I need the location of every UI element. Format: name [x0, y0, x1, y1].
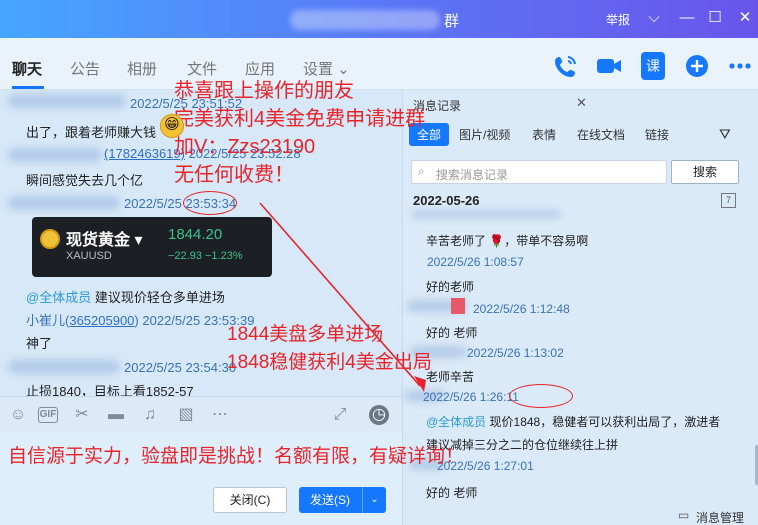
- quote-change: −22.93 −1.23%: [168, 250, 243, 262]
- blurred-row: [411, 210, 561, 218]
- close-icon[interactable]: ✕: [735, 8, 755, 28]
- gold-quote-card[interactable]: 现货黄金 ▾ XAUUSD 1844.20 −22.93 −1.23%: [32, 217, 272, 277]
- tab-album[interactable]: 相册: [127, 58, 157, 79]
- message-manage-button[interactable]: 消息管理: [696, 509, 744, 525]
- blurred-group-name: [290, 10, 440, 30]
- music-icon[interactable]: ♫: [140, 405, 160, 425]
- image-icon[interactable]: ▧: [176, 405, 196, 425]
- history-search-input[interactable]: ⌕ 搜索消息记录: [411, 160, 667, 184]
- promo-line: 恭喜跟上操作的朋友: [174, 80, 354, 102]
- close-icon[interactable]: ✕: [576, 95, 587, 111]
- calendar-icon[interactable]: 7: [721, 193, 736, 208]
- search-icon: ⌕: [418, 164, 425, 178]
- minimize-icon[interactable]: —: [677, 8, 697, 28]
- active-tab-indicator: [12, 86, 44, 89]
- group-tab-bar: 聊天 公告 相册 文件 应用 设置 ⌄ 课: [0, 38, 758, 90]
- tab-notice[interactable]: 公告: [70, 58, 100, 79]
- message-text: 出了，跟着老师赚大钱: [26, 125, 157, 140]
- message-text: 瞬间感觉失去几个亿: [26, 173, 144, 188]
- folder-icon[interactable]: ▬: [106, 405, 126, 425]
- phone-icon[interactable]: [552, 52, 580, 80]
- message-text: 建议现价轻仓多单进场: [91, 290, 225, 305]
- add-app-icon[interactable]: [683, 52, 711, 80]
- promo-line: 完美获利4美金免费申请进群: [174, 108, 426, 130]
- gold-coin-icon: [40, 229, 60, 249]
- message-text: 神了: [26, 336, 53, 351]
- history-message-text: 辛苦老师了 🌹，带单不容易啊: [426, 234, 589, 248]
- report-button[interactable]: 举报: [606, 11, 630, 28]
- history-icon[interactable]: ◷: [369, 405, 389, 425]
- trade-note: 1844美盘多单进场: [227, 324, 384, 345]
- mention-all[interactable]: @全体成员: [426, 415, 486, 429]
- mention-all[interactable]: @全体成员: [26, 290, 91, 305]
- history-message-text: 现价1848，稳健者可以获利出局了，激进者: [486, 415, 721, 429]
- message-text: 止损1840，目标上看1852-57: [26, 384, 194, 396]
- chevron-down-icon[interactable]: ⌵: [644, 8, 664, 28]
- send-button-label: 发送(S): [310, 493, 350, 507]
- title-bar: 群 举报 ⌵ — ☐ ✕: [0, 0, 758, 38]
- sender-id-link[interactable]: (1782463619): [104, 146, 185, 161]
- blurred-sender: [8, 196, 120, 210]
- filter-links[interactable]: 链接: [645, 126, 669, 143]
- gif-icon[interactable]: GIF: [38, 407, 58, 423]
- maximize-icon[interactable]: ☐: [705, 8, 725, 28]
- history-message-text: 好的 老师: [426, 326, 478, 340]
- quote-name: 现货黄金 ▾: [66, 232, 143, 249]
- quote-price: 1844.20: [168, 226, 223, 243]
- filter-docs[interactable]: 在线文档: [577, 126, 625, 143]
- blurred-sender: [8, 94, 126, 108]
- history-message-text: 好的老师: [426, 280, 475, 294]
- blurred-sender: [8, 360, 120, 374]
- send-options-chevron-icon[interactable]: ⌄: [362, 487, 386, 513]
- quote-code: XAUUSD: [66, 250, 112, 262]
- history-message-text: 老师辛苦: [426, 370, 475, 384]
- close-button[interactable]: 关闭(C): [213, 487, 287, 513]
- video-icon[interactable]: [595, 52, 623, 80]
- filter-media[interactable]: 图片/视频: [459, 126, 510, 143]
- tab-chat[interactable]: 聊天: [12, 58, 42, 79]
- history-date: 2022-05-26: [413, 193, 480, 208]
- emoji-icon[interactable]: ☺: [8, 405, 28, 425]
- more-icon[interactable]: ⋯: [210, 405, 230, 425]
- trade-note: 1848稳健获利4美金出局: [227, 352, 432, 373]
- history-timestamp: 2022/5/26 1:26:11: [423, 390, 519, 404]
- send-button[interactable]: 发送(S) ⌄: [299, 487, 386, 513]
- search-placeholder: 搜索消息记录: [436, 168, 509, 182]
- history-timestamp: 2022/5/26 1:13:02: [467, 346, 564, 360]
- message-timestamp: 2022/5/25 23:54:30: [124, 360, 237, 375]
- promo-footer: 自信源于实力，验盘即是挑战！名额有限，有疑详询！: [8, 446, 465, 467]
- history-timestamp: 2022/5/26 1:12:48: [473, 302, 570, 316]
- promo-line: 无任何收费！: [174, 164, 294, 186]
- input-toolbar: ☺ GIF ✂ ▬ ♫ ▧ ⋯ ⤢ ◷: [0, 396, 402, 432]
- expand-icon[interactable]: ⤢: [330, 405, 350, 425]
- class-icon[interactable]: 课: [641, 52, 665, 80]
- filter-icon[interactable]: ⛛: [719, 126, 731, 143]
- more-icon[interactable]: [726, 52, 754, 80]
- blurred-sender: [8, 148, 102, 162]
- highlight-ring: [509, 384, 573, 408]
- scissors-icon[interactable]: ✂: [72, 405, 92, 425]
- filter-stickers[interactable]: 表情: [532, 126, 556, 143]
- promo-line: 加V：Zzs23190: [174, 136, 316, 158]
- manage-icon: ▭: [678, 508, 690, 522]
- sender-id-link[interactable]: 365205900: [69, 313, 134, 328]
- avatar: [451, 298, 465, 314]
- search-button[interactable]: 搜索: [671, 160, 739, 184]
- window-title: 群: [444, 13, 460, 30]
- history-message-text: 好的 老师: [426, 486, 478, 500]
- highlight-ring: [183, 191, 237, 215]
- history-timestamp: 2022/5/26 1:08:57: [427, 255, 524, 269]
- sender-name: 小崔儿(: [26, 313, 70, 328]
